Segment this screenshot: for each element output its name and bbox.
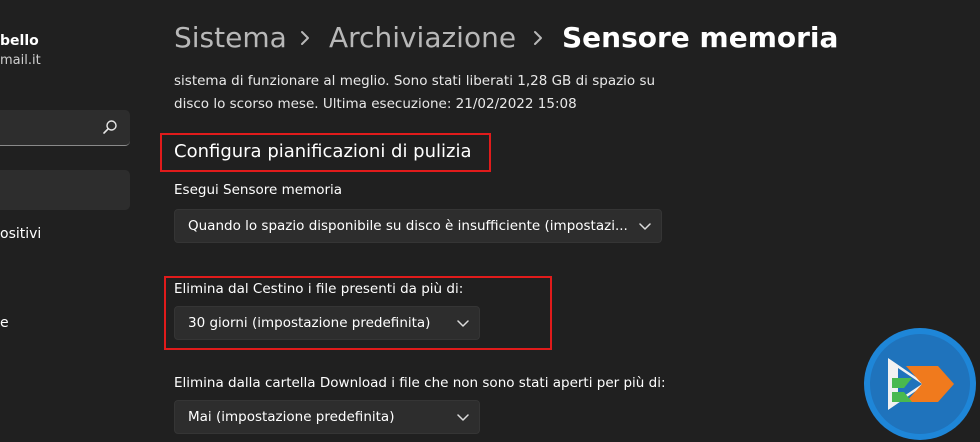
search-icon[interactable] (102, 119, 118, 135)
sidebar-item-dispositivi[interactable]: ositivi (0, 226, 41, 242)
chevron-down-icon (457, 414, 469, 421)
recycle-bin-label: Elimina dal Cestino i file presenti da p… (174, 281, 464, 297)
section-title: Configura pianificazioni di pulizia (174, 141, 472, 162)
breadcrumb-sistema[interactable]: Sistema (174, 18, 287, 58)
chevron-right-icon (534, 31, 542, 45)
downloads-dropdown[interactable]: Mai (impostazione predefinita) (174, 400, 480, 434)
run-storage-sense-label: Esegui Sensore memoria (174, 182, 343, 198)
recycle-bin-value: 30 giorni (impostazione predefinita) (188, 315, 431, 331)
recycle-bin-dropdown[interactable]: 30 giorni (impostazione predefinita) (174, 306, 480, 340)
logo-icon (864, 328, 976, 440)
downloads-value: Mai (impostazione predefinita) (188, 409, 395, 425)
user-email: mail.it (0, 53, 41, 68)
downloads-label: Elimina dalla cartella Download i file c… (174, 375, 666, 391)
chevron-down-icon (457, 320, 469, 327)
sidebar-item-selected[interactable] (0, 170, 130, 210)
sidebar: bello mail.it ositivi e (0, 0, 140, 420)
user-name: bello (0, 33, 39, 49)
search-input[interactable] (0, 110, 130, 146)
sidebar-item[interactable]: e (0, 315, 9, 331)
chevron-down-icon (639, 223, 651, 230)
page-title: Sensore memoria (562, 21, 839, 54)
storage-sense-description: sistema di funzionare al meglio. Sono st… (174, 73, 656, 112)
breadcrumb-archiviazione[interactable]: Archiviazione (329, 18, 516, 58)
run-storage-sense-value: Quando lo spazio disponibile su disco è … (188, 218, 628, 234)
run-storage-sense-dropdown[interactable]: Quando lo spazio disponibile su disco è … (174, 209, 662, 243)
chevron-right-icon (301, 31, 309, 45)
